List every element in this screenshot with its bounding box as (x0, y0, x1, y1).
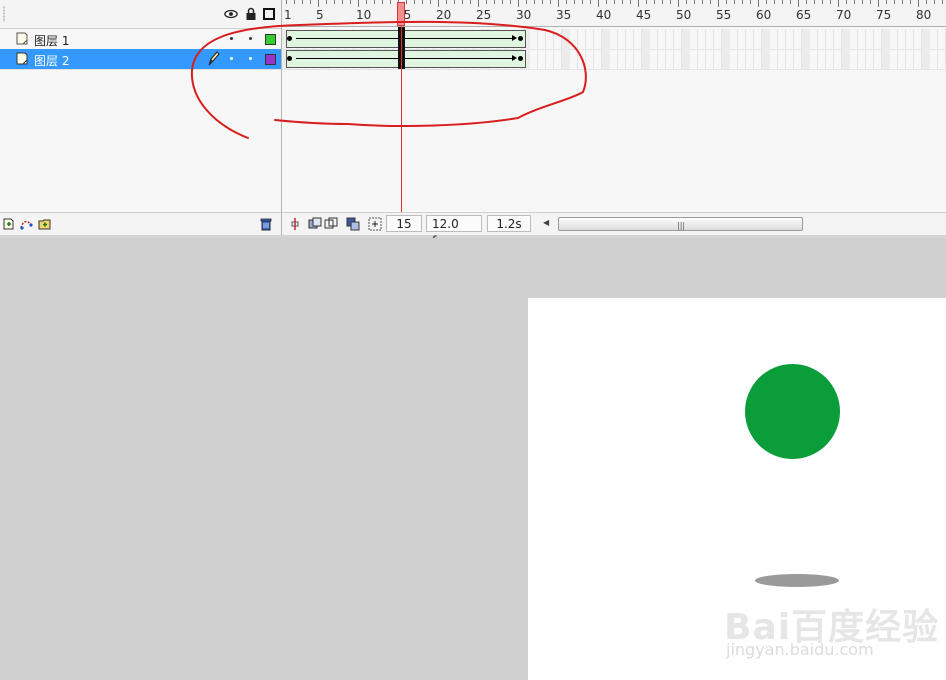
lock-dot-icon[interactable] (249, 57, 252, 60)
ruler-number: 10 (356, 8, 372, 22)
ball-shadow[interactable] (755, 574, 839, 587)
tween-arrow-head (512, 55, 517, 61)
ruler-number: 40 (596, 8, 612, 22)
frame-row-1[interactable] (282, 29, 946, 50)
ruler-number: 1 (284, 8, 292, 22)
lock-icon[interactable] (244, 7, 258, 21)
layer-page-icon (16, 32, 28, 45)
ruler-number: 80 (916, 8, 932, 22)
ruler-number: 5 (316, 8, 324, 22)
eye-icon[interactable] (224, 7, 238, 21)
frame-ruler[interactable]: 15101520253035404550556065707580 (282, 0, 946, 27)
ruler-number: 45 (636, 8, 652, 22)
outline-swatch[interactable] (265, 54, 276, 65)
ruler-number: 70 (836, 8, 852, 22)
layers-footer (0, 212, 281, 235)
ruler-number: 60 (756, 8, 772, 22)
visibility-dot-icon[interactable] (230, 57, 233, 60)
insert-folder-icon[interactable] (38, 217, 52, 231)
panel-grip-icon[interactable] (3, 6, 5, 22)
scrollbar-grip-icon[interactable]: ||| (677, 221, 685, 230)
pencil-icon (208, 51, 220, 66)
add-motion-guide-icon[interactable] (19, 217, 33, 231)
ruler-number: 55 (716, 8, 732, 22)
timeline-status-bar: 15 12.0 fps 1.2s ◀ ||| (282, 212, 946, 248)
layer-page-icon (16, 52, 28, 65)
timeline-panel: 图层 1 图层 2 151015202530354045505560657075… (0, 0, 946, 248)
layers-header (0, 0, 281, 29)
layers-panel: 图层 1 图层 2 (0, 0, 282, 235)
motion-tween[interactable] (286, 30, 526, 48)
insert-layer-icon[interactable] (2, 217, 16, 231)
center-frame-icon[interactable] (288, 217, 302, 231)
timeline-horizontal-scrollbar[interactable]: ||| (558, 217, 803, 231)
start-keyframe[interactable] (287, 36, 292, 41)
motion-tween[interactable] (286, 50, 526, 68)
ruler-number: 75 (876, 8, 892, 22)
scroll-left-arrow-icon[interactable]: ◀ (543, 218, 553, 230)
ruler-number: 50 (676, 8, 692, 22)
green-ball[interactable] (745, 364, 840, 459)
lock-dot-icon[interactable] (249, 37, 252, 40)
frame-rate-field[interactable]: 12.0 fps (426, 215, 482, 248)
ruler-number: 30 (516, 8, 532, 22)
visibility-dot-icon[interactable] (230, 37, 233, 40)
end-keyframe[interactable] (518, 36, 523, 41)
tween-arrow-head (512, 35, 517, 41)
onion-skin-outlines-icon[interactable] (324, 217, 338, 231)
layer-name[interactable]: 图层 2 (34, 52, 69, 69)
ruler-number: 25 (476, 8, 492, 22)
pasteboard: Bai百度经验 jingyan.baidu.com (0, 238, 946, 680)
modify-onion-markers-icon[interactable] (368, 217, 382, 231)
frames-panel: 15101520253035404550556065707580 (282, 0, 946, 248)
elapsed-time-field: 1.2s (487, 215, 531, 232)
frame-row-2[interactable] (282, 49, 946, 70)
baidu-watermark: Bai百度经验 jingyan.baidu.com (724, 598, 946, 662)
ruler-number: 20 (436, 8, 452, 22)
tween-arrow-line (296, 38, 514, 39)
ruler-number: 35 (556, 8, 572, 22)
end-keyframe[interactable] (518, 56, 523, 61)
playhead-line (401, 26, 402, 212)
playhead[interactable] (397, 2, 405, 26)
start-keyframe[interactable] (287, 56, 292, 61)
trash-icon[interactable] (259, 217, 273, 231)
layer-row-2[interactable]: 图层 2 (0, 49, 281, 70)
watermark-url: jingyan.baidu.com (726, 640, 874, 659)
layer-row-1[interactable]: 图层 1 (0, 29, 281, 50)
edit-multiple-frames-icon[interactable] (346, 217, 360, 231)
outline-icon[interactable] (262, 7, 276, 21)
stage-canvas[interactable]: Bai百度经验 jingyan.baidu.com (528, 298, 946, 680)
layer-name[interactable]: 图层 1 (34, 32, 69, 49)
tween-arrow-line (296, 58, 514, 59)
onion-skin-icon[interactable] (308, 217, 322, 231)
current-frame-field[interactable]: 15 (386, 215, 422, 232)
ruler-number: 65 (796, 8, 812, 22)
outline-swatch[interactable] (265, 34, 276, 45)
